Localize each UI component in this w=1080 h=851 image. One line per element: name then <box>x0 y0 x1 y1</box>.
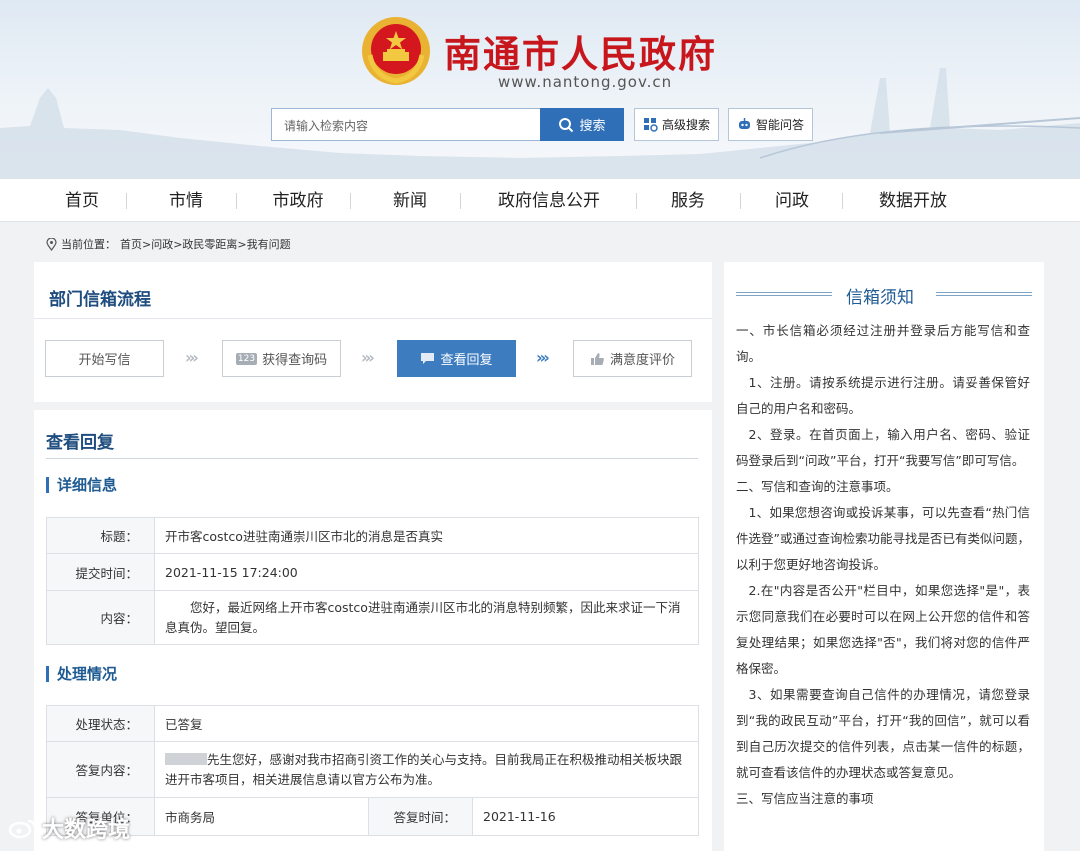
table-row: 标题： 开市客costco进驻南通崇川区市北的消息是否真实 <box>46 517 699 554</box>
nav-item-city-info[interactable]: 市情 <box>150 179 222 223</box>
nav-divider <box>126 193 127 209</box>
submit-time-label: 提交时间： <box>46 553 155 591</box>
notice-paragraph: 1、注册。请按系统提示进行注册。请妥善保管好自己的用户名和密码。 <box>736 375 1030 416</box>
breadcrumb-path[interactable]: 首页>问政>政民零距离>我有问题 <box>120 236 291 252</box>
smart-qa-label: 智能问答 <box>755 118 804 132</box>
table-row: 答复单位： 市商务局 答复时间： 2021-11-16 <box>46 797 699 836</box>
nav-item-open-data[interactable]: 数据开放 <box>868 179 958 223</box>
watermark-text: 大数跨境 <box>42 818 131 843</box>
main-nav: 首页 市情 市政府 新闻 政府信息公开 服务 问政 数据开放 <box>0 178 1080 222</box>
breadcrumb: 当前位置： 首页>问政>政民零距离>我有问题 <box>46 236 291 252</box>
step-arrow-icon: ››› <box>536 348 550 367</box>
content-label: 内容： <box>46 590 155 645</box>
nav-item-news[interactable]: 新闻 <box>374 179 446 223</box>
nav-item-city-government[interactable]: 市政府 <box>258 179 338 223</box>
nav-item-home[interactable]: 首页 <box>46 179 118 223</box>
nav-item-services[interactable]: 服务 <box>652 179 724 223</box>
step-arrow-icon: ››› <box>361 348 375 367</box>
notice-title: 信箱须知 <box>846 288 914 308</box>
handling-table: 处理状态： 已答复 答复内容： 先生您好，感谢对我市招商引资工作的关心与支持。目… <box>46 705 699 836</box>
redacted-name <box>165 752 207 765</box>
nav-divider <box>460 193 461 209</box>
site-title[interactable]: 南通市人民政府 <box>444 24 717 78</box>
notice-paragraph: 2、登录。在首页面上，输入用户名、密码、验证码登录后到“问政”平台，打开“我要写… <box>736 427 1030 468</box>
table-row: 提交时间： 2021-11-15 17:24:00 <box>46 553 699 591</box>
nav-item-gov-info-disclosure[interactable]: 政府信息公开 <box>486 179 612 223</box>
notice-paragraph: 1、如果您想咨询或投诉某事，可以先查看“热门信件选登”或通过查询检索功能寻找是否… <box>736 505 1030 572</box>
search-button-label: 搜索 <box>579 119 606 134</box>
notice-paragraph: 3、如果需要查询自己信件的办理情况，请您登录到“我的政民互动”平台，打开“我的回… <box>736 687 1030 780</box>
weibo-logo-icon <box>8 819 37 839</box>
step-view-reply[interactable]: 查看回复 <box>397 340 516 377</box>
status-value: 已答复 <box>154 705 699 742</box>
nav-divider <box>636 193 637 209</box>
process-title: 部门信箱流程 <box>49 290 151 310</box>
nav-divider <box>236 193 237 209</box>
notice-paragraph: 一、市长信箱必须经过注册并登录后方能写信和查询。 <box>736 323 1030 364</box>
answer-label: 答复内容： <box>46 741 155 798</box>
nav-divider <box>842 193 843 209</box>
status-label: 处理状态： <box>46 705 155 742</box>
thumbs-up-icon <box>590 352 604 365</box>
site-url[interactable]: www.nantong.gov.cn <box>498 73 672 91</box>
notice-divider <box>736 292 832 296</box>
submit-time-value: 2021-11-15 17:24:00 <box>154 553 699 591</box>
grid-icon <box>643 118 658 132</box>
reply-time-value: 2021-11-16 <box>472 797 699 836</box>
search-button[interactable]: 搜索 <box>540 108 624 141</box>
step-start-writing[interactable]: 开始写信 <box>45 340 164 377</box>
nav-divider <box>740 193 741 209</box>
step-arrow-icon: ››› <box>185 348 199 367</box>
table-row: 内容： 您好，最近网络上开市客costco进驻南通崇川区市北的消息特别频繁，因此… <box>46 590 699 645</box>
table-row: 处理状态： 已答复 <box>46 705 699 742</box>
title-label: 标题： <box>46 517 155 554</box>
smart-qa-button[interactable]: 智能问答 <box>728 108 813 141</box>
step-satisfaction-rating[interactable]: 满意度评价 <box>573 340 692 377</box>
search-icon <box>559 117 574 132</box>
search-input[interactable]: 请输入检索内容 <box>271 108 541 141</box>
robot-icon <box>738 118 750 129</box>
site-header: 南通市人民政府 www.nantong.gov.cn 请输入检索内容 搜索 高级… <box>0 0 1080 178</box>
handling-heading: 处理情况 <box>46 666 117 682</box>
title-value: 开市客costco进驻南通崇川区市北的消息是否真实 <box>154 517 699 554</box>
divider <box>46 458 698 459</box>
notice-paragraph: 二、写信和查询的注意事项。 <box>736 479 899 494</box>
reply-unit-value: 市商务局 <box>154 797 369 836</box>
notice-paragraph: 2.在"内容是否公开"栏目中，如果您选择"是"，表示您同意我们在必要时可以在网上… <box>736 583 1030 676</box>
content-value: 您好，最近网络上开市客costco进驻南通崇川区市北的消息特别频繁，因此来求证一… <box>154 590 699 645</box>
advanced-search-label: 高级搜索 <box>661 118 710 132</box>
notice-body: 一、市长信箱必须经过注册并登录后方能写信和查询。 1、注册。请按系统提示进行注册… <box>736 318 1030 812</box>
code-badge-icon: 123 <box>235 352 258 365</box>
notice-header: 信箱须知 <box>736 283 1032 308</box>
step-get-query-code[interactable]: 123 获得查询码 <box>222 340 341 377</box>
advanced-search-button[interactable]: 高级搜索 <box>634 108 719 141</box>
nav-item-inquiry[interactable]: 问政 <box>756 179 828 223</box>
notice-paragraph: 三、写信应当注意的事项 <box>736 791 874 806</box>
step-label: 开始写信 <box>78 353 131 368</box>
process-panel <box>34 262 712 402</box>
detail-heading: 详细信息 <box>46 477 117 493</box>
step-label: 查看回复 <box>440 353 493 368</box>
notice-divider <box>936 292 1032 296</box>
national-emblem-icon <box>362 17 430 85</box>
table-row: 答复内容： 先生您好，感谢对我市招商引资工作的关心与支持。目前我局正在积极推动相… <box>46 741 699 798</box>
chat-bubble-icon <box>421 353 435 364</box>
answer-cell: 先生您好，感谢对我市招商引资工作的关心与支持。目前我局正在积极推动相关板块跟进开… <box>154 741 699 798</box>
step-label: 满意度评价 <box>609 353 675 368</box>
answer-value: 先生您好，感谢对我市招商引资工作的关心与支持。目前我局正在积极推动相关板块跟进开… <box>165 751 683 787</box>
reply-time-label: 答复时间： <box>368 797 473 836</box>
reply-title: 查看回复 <box>46 433 114 453</box>
step-label: 获得查询码 <box>262 353 328 368</box>
detail-table: 标题： 开市客costco进驻南通崇川区市北的消息是否真实 提交时间： 2021… <box>46 517 699 645</box>
watermark: 大数跨境 <box>8 812 130 844</box>
breadcrumb-prefix: 当前位置： <box>61 238 116 251</box>
location-pin-icon <box>46 237 57 251</box>
divider <box>34 318 712 319</box>
nav-divider <box>350 193 351 209</box>
